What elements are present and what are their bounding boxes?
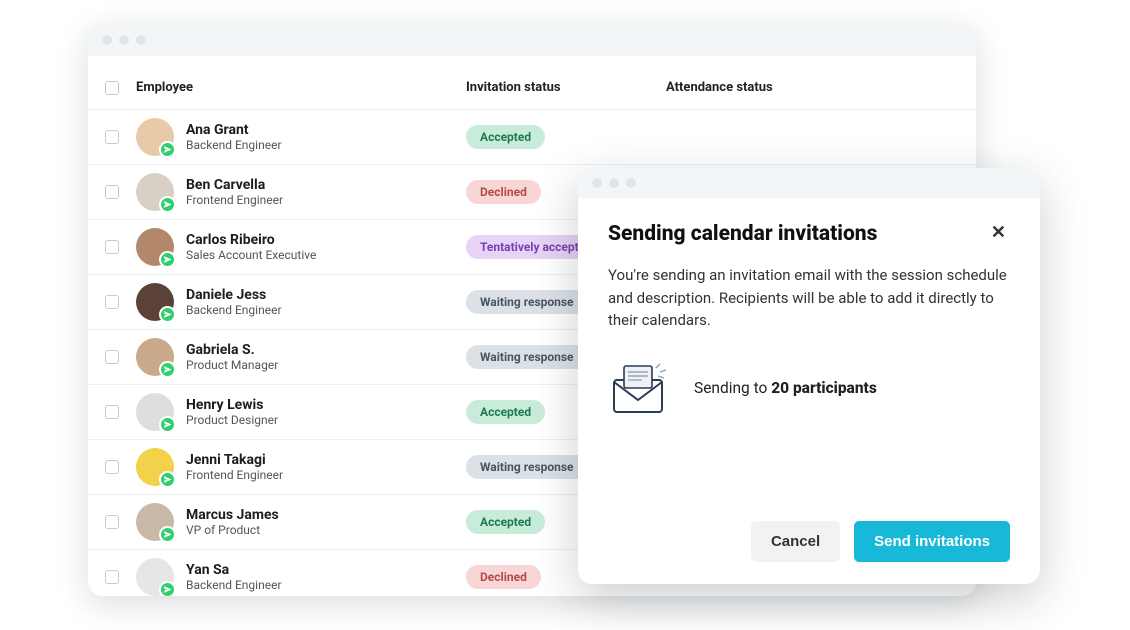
employee-role: Backend Engineer <box>186 579 282 593</box>
col-invitation: Invitation status <box>466 80 666 95</box>
employee-cell: Ben Carvella Frontend Engineer <box>136 173 466 211</box>
status-badge: Waiting response <box>466 345 588 369</box>
cancel-button[interactable]: Cancel <box>751 521 840 562</box>
employee-name: Jenni Takagi <box>186 452 283 468</box>
employee-role: Product Designer <box>186 414 278 428</box>
employee-cell: Henry Lewis Product Designer <box>136 393 466 431</box>
employee-cell: Marcus James VP of Product <box>136 503 466 541</box>
window-dot <box>592 178 602 188</box>
employee-name: Gabriela S. <box>186 342 278 358</box>
employee-name: Daniele Jess <box>186 287 282 303</box>
dialog-title: Sending calendar invitations <box>608 222 877 246</box>
row-checkbox[interactable] <box>105 460 119 474</box>
employee-role: Sales Account Executive <box>186 249 316 263</box>
col-attendance: Attendance status <box>666 80 956 95</box>
row-checkbox[interactable] <box>105 350 119 364</box>
sent-icon <box>159 526 176 543</box>
row-checkbox[interactable] <box>105 240 119 254</box>
employee-role: Backend Engineer <box>186 139 282 153</box>
employee-cell: Gabriela S. Product Manager <box>136 338 466 376</box>
employee-cell: Carlos Ribeiro Sales Account Executive <box>136 228 466 266</box>
sent-icon <box>159 471 176 488</box>
window-dot <box>119 35 129 45</box>
select-all-checkbox[interactable] <box>105 81 119 95</box>
status-badge: Accepted <box>466 400 545 424</box>
send-invitations-dialog: Sending calendar invitations ✕ You're se… <box>578 168 1040 584</box>
employee-name: Marcus James <box>186 507 279 523</box>
employee-role: VP of Product <box>186 524 279 538</box>
dialog-description: You're sending an invitation email with … <box>608 264 1010 332</box>
employee-cell: Daniele Jess Backend Engineer <box>136 283 466 321</box>
employee-name: Henry Lewis <box>186 397 278 413</box>
status-badge: Accepted <box>466 125 545 149</box>
sent-icon <box>159 251 176 268</box>
sending-count: 20 participants <box>771 379 877 397</box>
row-checkbox[interactable] <box>105 570 119 584</box>
status-badge: Waiting response <box>466 455 588 479</box>
employee-name: Ben Carvella <box>186 177 283 193</box>
row-checkbox[interactable] <box>105 295 119 309</box>
sent-icon <box>159 581 176 596</box>
employee-role: Frontend Engineer <box>186 194 283 208</box>
sent-icon <box>159 141 176 158</box>
invitation-status-cell: Accepted <box>466 125 666 149</box>
employee-cell: Yan Sa Backend Engineer <box>136 558 466 596</box>
sending-summary: Sending to 20 participants <box>608 360 1010 416</box>
send-invitations-button[interactable]: Send invitations <box>854 521 1010 562</box>
sending-prefix: Sending to <box>694 379 771 397</box>
window-titlebar <box>88 24 976 56</box>
sent-icon <box>159 306 176 323</box>
close-icon[interactable]: ✕ <box>987 222 1010 244</box>
row-checkbox[interactable] <box>105 130 119 144</box>
window-dot <box>626 178 636 188</box>
row-checkbox[interactable] <box>105 515 119 529</box>
employee-name: Carlos Ribeiro <box>186 232 316 248</box>
employee-name: Ana Grant <box>186 122 282 138</box>
employee-role: Frontend Engineer <box>186 469 283 483</box>
status-badge: Declined <box>466 180 541 204</box>
window-dot <box>136 35 146 45</box>
sent-icon <box>159 196 176 213</box>
status-badge: Declined <box>466 565 541 589</box>
col-employee: Employee <box>136 80 466 95</box>
row-checkbox[interactable] <box>105 405 119 419</box>
table-row: Ana Grant Backend Engineer Accepted <box>88 110 976 165</box>
row-checkbox[interactable] <box>105 185 119 199</box>
table-header-row: Employee Invitation status Attendance st… <box>88 66 976 110</box>
window-dot <box>609 178 619 188</box>
status-badge: Waiting response <box>466 290 588 314</box>
employee-name: Yan Sa <box>186 562 282 578</box>
employee-role: Backend Engineer <box>186 304 282 318</box>
dialog-titlebar <box>578 168 1040 198</box>
status-badge: Accepted <box>466 510 545 534</box>
sent-icon <box>159 361 176 378</box>
employee-cell: Jenni Takagi Frontend Engineer <box>136 448 466 486</box>
employee-cell: Ana Grant Backend Engineer <box>136 118 466 156</box>
envelope-icon <box>608 360 672 416</box>
sending-count-text: Sending to 20 participants <box>694 379 877 397</box>
window-dot <box>102 35 112 45</box>
employee-role: Product Manager <box>186 359 278 373</box>
sent-icon <box>159 416 176 433</box>
